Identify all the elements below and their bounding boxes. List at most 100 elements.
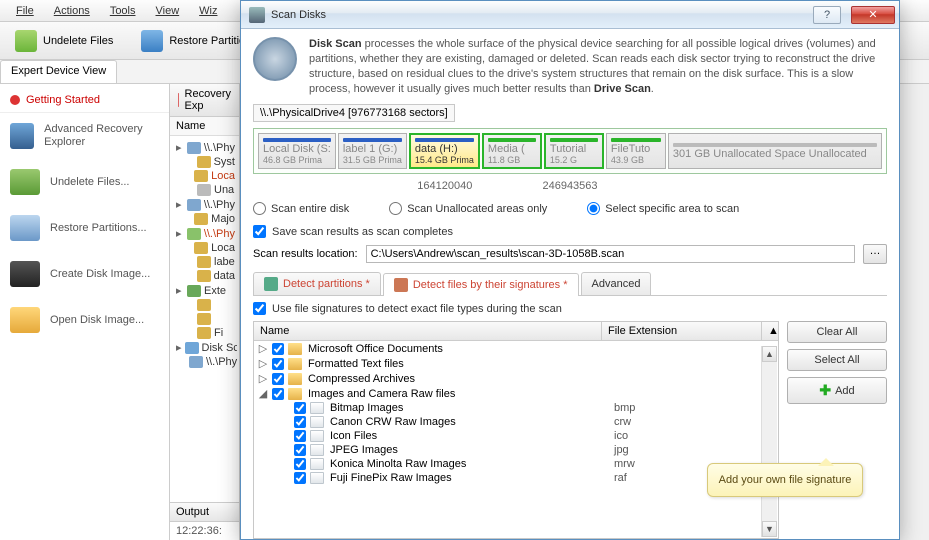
tab-detect-files[interactable]: Detect files by their signatures * xyxy=(383,273,579,296)
drive-icon xyxy=(10,169,40,195)
tree-row[interactable]: ▸\\.\Phy xyxy=(172,197,237,212)
save-results-label: Save scan results as scan completes xyxy=(272,226,453,238)
file-type-row[interactable]: Canon CRW Raw Imagescrw xyxy=(254,415,778,429)
physical-drive-label: \\.\PhysicalDrive4 [976773168 sectors] xyxy=(253,104,455,122)
tree-row[interactable] xyxy=(172,298,237,312)
save-results-checkbox[interactable] xyxy=(253,225,266,238)
partition-block[interactable]: Tutorial15.2 G xyxy=(544,133,604,169)
sidebar-item-advanced-recovery[interactable]: Advanced Recovery Explorer xyxy=(0,113,169,159)
menu-view[interactable]: View xyxy=(148,3,188,19)
partition-block[interactable]: Local Disk (S:46.8 GB Prima xyxy=(258,133,336,169)
folder-icon xyxy=(10,307,40,333)
file-group-row[interactable]: ▷Formatted Text files xyxy=(254,356,778,371)
scroll-up-icon[interactable]: ▲ xyxy=(762,346,777,362)
tab-advanced[interactable]: Advanced xyxy=(581,272,652,295)
tree-row[interactable]: Una xyxy=(172,183,237,197)
use-signatures-checkbox[interactable] xyxy=(253,302,266,315)
select-all-button[interactable]: Select All xyxy=(787,349,887,371)
menu-tools[interactable]: Tools xyxy=(102,3,144,19)
partition-block[interactable]: Media (11.8 GB xyxy=(482,133,542,169)
sidebar-item-restore-partitions[interactable]: Restore Partitions... xyxy=(0,205,169,251)
tab-detect-partitions[interactable]: Detect partitions * xyxy=(253,272,381,295)
menu-wizards[interactable]: Wiz xyxy=(191,3,225,19)
device-tree[interactable]: ▸\\.\PhySystLocaUna▸\\.\PhyMajo▸\\.\PhyL… xyxy=(170,136,239,502)
recovery-label: Recovery Exp xyxy=(185,88,231,112)
partitions-tab-icon xyxy=(264,277,278,291)
plus-icon: ✚ xyxy=(819,382,831,399)
tree-row[interactable]: ▸\\.\Phy xyxy=(172,226,237,241)
sidebar-label: Create Disk Image... xyxy=(50,268,150,281)
tree-row[interactable]: \\.\Phy xyxy=(172,355,237,369)
clear-all-button[interactable]: Clear All xyxy=(787,321,887,343)
col-ext[interactable]: File Extension xyxy=(602,322,762,340)
scroll-down-icon[interactable]: ▼ xyxy=(762,521,777,537)
disk-map[interactable]: Local Disk (S:46.8 GB Primalabel 1 (G:)3… xyxy=(253,128,887,174)
file-group-row[interactable]: ▷Microsoft Office Documents xyxy=(254,341,778,356)
tree-row[interactable]: Syst xyxy=(172,155,237,169)
getting-started-link[interactable]: Getting Started xyxy=(0,88,169,113)
disk-scan-icon xyxy=(253,37,297,81)
radio-scan-specific[interactable]: Select specific area to scan xyxy=(587,202,739,215)
recovery-explorer-tab[interactable]: Recovery Exp xyxy=(170,84,239,117)
tree-row[interactable]: Majo xyxy=(172,212,237,226)
explorer-panel: Recovery Exp Name ▸\\.\PhySystLocaUna▸\\… xyxy=(170,84,240,540)
scan-disks-icon xyxy=(249,7,265,23)
files-tab-icon xyxy=(394,278,408,292)
sidebar-item-create-image[interactable]: Create Disk Image... xyxy=(0,251,169,297)
tree-row[interactable]: data xyxy=(172,269,237,283)
partition-block[interactable]: data (H:)15.4 GB Prima xyxy=(409,133,480,169)
scrollbar[interactable]: ▲ ▼ xyxy=(761,346,777,537)
file-type-row[interactable]: Bitmap Imagesbmp xyxy=(254,401,778,415)
add-button[interactable]: ✚Add xyxy=(787,377,887,404)
sidebar-item-open-image[interactable]: Open Disk Image... xyxy=(0,297,169,343)
col-scroll: ▲ xyxy=(762,322,778,340)
use-signatures-label: Use file signatures to detect exact file… xyxy=(272,303,562,315)
scan-location-label: Scan results location: xyxy=(253,248,358,260)
sidebar-label: Undelete Files... xyxy=(50,176,129,189)
sidebar-label: Advanced Recovery Explorer xyxy=(44,123,159,149)
browse-button[interactable]: … xyxy=(863,244,887,264)
partition-block[interactable]: FileTuto43.9 GB xyxy=(606,133,666,169)
monitor-icon xyxy=(10,123,34,149)
getting-started-icon xyxy=(10,95,20,105)
output-header: Output xyxy=(170,503,239,522)
recovery-icon xyxy=(178,93,179,107)
file-types-grid: Name File Extension ▲ ▷Microsoft Office … xyxy=(253,321,779,539)
partition-icon xyxy=(10,215,40,241)
tree-row[interactable]: ▸\\.\Phy xyxy=(172,140,237,155)
file-type-row[interactable]: JPEG Imagesjpg xyxy=(254,443,778,457)
partition-block[interactable]: 301 GB Unallocated Space Unallocated xyxy=(668,133,882,169)
menu-actions[interactable]: Actions xyxy=(46,3,98,19)
name-column-header[interactable]: Name xyxy=(170,117,239,136)
dialog-titlebar[interactable]: Scan Disks ? ✕ xyxy=(241,1,899,29)
close-button[interactable]: ✕ xyxy=(851,6,895,24)
file-group-row[interactable]: ◢Images and Camera Raw files xyxy=(254,386,778,401)
description: Disk Scan processes the whole surface of… xyxy=(253,37,887,98)
getting-started-label: Getting Started xyxy=(26,94,100,106)
tree-row[interactable]: labe xyxy=(172,255,237,269)
undelete-files-button[interactable]: Undelete Files xyxy=(6,26,122,56)
tree-row[interactable]: ▸Disk Scan xyxy=(172,340,237,355)
dialog-tabs: Detect partitions * Detect files by thei… xyxy=(253,272,887,296)
dialog-title: Scan Disks xyxy=(271,9,807,21)
file-group-row[interactable]: ▷Compressed Archives xyxy=(254,371,778,386)
undelete-label: Undelete Files xyxy=(43,35,113,47)
tree-row[interactable] xyxy=(172,312,237,326)
tree-row[interactable]: Loca xyxy=(172,241,237,255)
radio-scan-unallocated[interactable]: Scan Unallocated areas only xyxy=(389,202,547,215)
file-type-row[interactable]: Konica Minolta Raw Imagesmrw xyxy=(254,457,778,471)
col-name[interactable]: Name xyxy=(254,322,602,340)
help-button[interactable]: ? xyxy=(813,6,841,24)
menu-file[interactable]: File xyxy=(8,3,42,19)
tab-expert-device-view[interactable]: Expert Device View xyxy=(0,60,117,83)
radio-scan-entire[interactable]: Scan entire disk xyxy=(253,202,349,215)
tree-row[interactable]: Loca xyxy=(172,169,237,183)
scan-location-input[interactable] xyxy=(366,245,855,263)
sidebar-item-undelete[interactable]: Undelete Files... xyxy=(0,159,169,205)
tree-row[interactable]: Fi xyxy=(172,326,237,340)
tree-row[interactable]: ▸Exte xyxy=(172,283,237,298)
file-type-row[interactable]: Icon Filesico xyxy=(254,429,778,443)
file-type-row[interactable]: Fuji FinePix Raw Imagesraf xyxy=(254,471,778,485)
sidebar-label: Restore Partitions... xyxy=(50,222,147,235)
partition-block[interactable]: label 1 (G:)31.5 GB Prima xyxy=(338,133,407,169)
